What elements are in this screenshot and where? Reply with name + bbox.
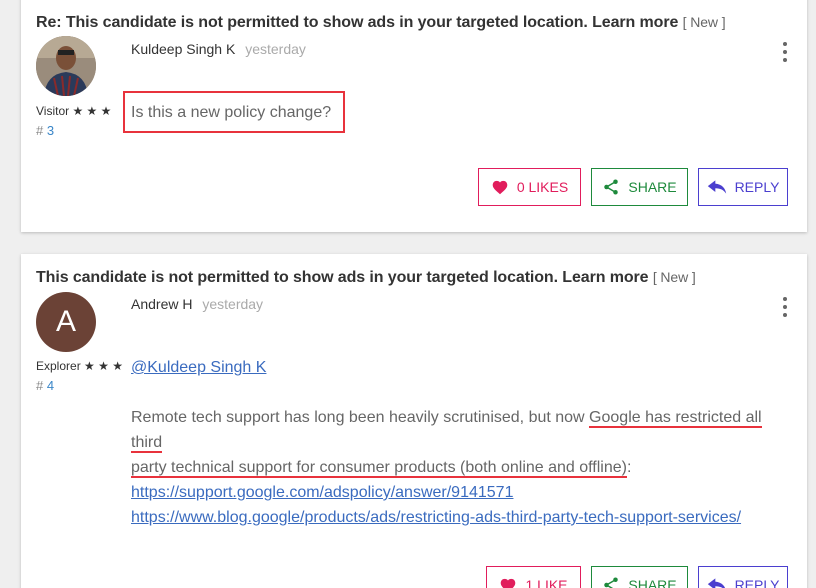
post-card: Re: This candidate is not permitted to s… [21,0,807,232]
blog-link[interactable]: https://www.blog.google/products/ads/res… [131,509,741,526]
new-badge: [ New ] [682,14,726,30]
user-rank: Visitor ★ ★ ★ [36,104,112,118]
reply-label: REPLY [734,179,780,195]
post-subject[interactable]: Re: This candidate is not permitted to s… [36,14,726,32]
post-number-prefix: # [36,378,47,393]
post-number-prefix: # [36,123,47,138]
body-text: Remote tech support has long been heavil… [131,409,590,426]
share-label: SHARE [628,179,677,195]
user-rank: Explorer ★ ★ ★ [36,359,123,373]
reply-button[interactable]: REPLY [698,566,788,588]
annotated-text: party technical support for consumer pro… [131,459,627,478]
avatar[interactable]: A [36,292,96,352]
likes-count: 1 LIKE [525,577,568,588]
post-body: Is this a new policy change? [131,104,332,121]
more-options-icon[interactable] [781,297,789,317]
heart-icon [492,180,508,195]
subject-text[interactable]: Re: This candidate is not permitted to s… [36,14,678,31]
reply-arrow-icon [707,180,726,194]
policy-link[interactable]: https://support.google.com/adspolicy/ans… [131,484,513,501]
post-time: yesterday [245,41,306,57]
share-button[interactable]: SHARE [591,566,688,588]
author-name[interactable]: Kuldeep Singh K [131,41,235,57]
user-mention-link[interactable]: @Kuldeep Singh K [131,359,266,376]
like-button[interactable]: 1 LIKE [486,566,581,588]
author-line: Andrew H yesterday [131,296,263,312]
post-number-link[interactable]: 4 [47,378,54,393]
share-icon [604,577,619,588]
new-badge: [ New ] [652,269,696,285]
share-button[interactable]: SHARE [591,168,688,206]
body-text: : [626,459,632,476]
post-number-link[interactable]: 3 [47,123,54,138]
post-subject[interactable]: This candidate is not permitted to show … [36,269,696,287]
post-body: Remote tech support has long been heavil… [131,405,796,480]
post-time: yesterday [202,296,264,312]
link-list: https://support.google.com/adspolicy/ans… [131,480,741,530]
post-number: # 3 [36,123,54,138]
author-line: Kuldeep Singh K yesterday [131,41,306,57]
subject-text[interactable]: This candidate is not permitted to show … [36,269,649,286]
likes-count: 0 LIKES [516,179,569,195]
reply-button[interactable]: REPLY [698,168,788,206]
avatar[interactable] [36,36,96,96]
user-photo-icon [36,36,96,96]
reply-label: REPLY [734,577,780,588]
post-card: This candidate is not permitted to show … [21,254,807,588]
reply-arrow-icon [707,578,725,588]
avatar-letter: A [55,305,76,338]
share-icon [604,179,619,195]
author-name[interactable]: Andrew H [131,296,192,312]
share-label: SHARE [628,577,677,588]
more-options-icon[interactable] [781,42,789,62]
like-button[interactable]: 0 LIKES [478,168,581,206]
post-number: # 4 [36,378,54,393]
mention-line: @Kuldeep Singh K [131,355,266,380]
heart-icon [501,578,516,588]
